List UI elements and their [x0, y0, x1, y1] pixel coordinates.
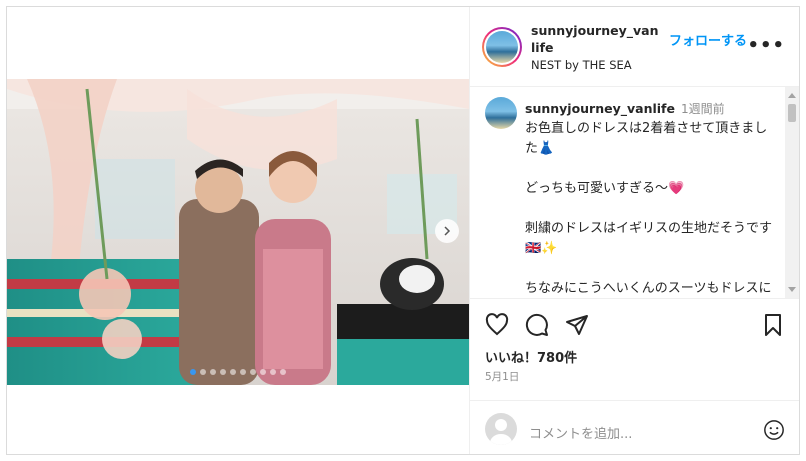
- scroll-down-icon[interactable]: [788, 287, 796, 292]
- comment-input[interactable]: コメントを追加...: [529, 423, 632, 442]
- chevron-right-icon: [444, 226, 451, 236]
- carousel-dot: [270, 369, 276, 375]
- carousel-dot: [250, 369, 256, 375]
- instagram-embed: sunnyjourney_vanlife フォローする NEST by THE …: [6, 6, 800, 455]
- profile-avatar[interactable]: [482, 27, 522, 67]
- next-slide-button[interactable]: [435, 219, 459, 243]
- heart-icon[interactable]: [485, 313, 509, 337]
- caption-line: 刺繍のドレスはイギリスの生地だそうです🇬🇧✨: [525, 221, 773, 256]
- caption-text: お色直しのドレスは2着着させて頂きました👗 どっちも可愛いすぎる〜💗 刺繍のドレ…: [525, 119, 775, 298]
- user-silhouette-icon: [490, 419, 512, 445]
- caption-avatar[interactable]: [485, 97, 517, 129]
- location-link[interactable]: NEST by THE SEA: [531, 58, 632, 72]
- post-date[interactable]: 5月1日: [485, 369, 519, 384]
- post-sidebar: sunnyjourney_vanlife フォローする NEST by THE …: [469, 7, 799, 454]
- carousel-dot: [280, 369, 286, 375]
- carousel-dot: [210, 369, 216, 375]
- carousel-dot: [220, 369, 226, 375]
- carousel-dot: [260, 369, 266, 375]
- carousel-dot: [190, 369, 196, 375]
- follow-button[interactable]: フォローする: [669, 30, 747, 49]
- user-avatar: [485, 413, 517, 445]
- scroll-thumb[interactable]: [788, 104, 796, 122]
- header-username[interactable]: sunnyjourney_vanlife: [531, 22, 661, 56]
- media-column: [7, 7, 470, 454]
- caption-line: ちなみにこうへいくんのスーツもドレスに合わせて: [525, 281, 772, 296]
- caption-line: どっちも可愛いすぎる〜💗: [525, 181, 685, 196]
- caption-line: お色直しのドレスは2着着させて頂きました👗: [525, 121, 768, 156]
- carousel-dot: [230, 369, 236, 375]
- like-count[interactable]: いいね！780件: [485, 347, 577, 366]
- send-icon[interactable]: [565, 313, 589, 337]
- comment-icon[interactable]: [525, 313, 549, 337]
- comment-bar: コメントを追加...: [469, 400, 799, 457]
- caption-scrollbar[interactable]: [785, 87, 799, 298]
- action-bar: [469, 299, 799, 343]
- scroll-up-icon[interactable]: [788, 93, 796, 98]
- post-header: sunnyjourney_vanlife フォローする NEST by THE …: [469, 7, 799, 87]
- post-photo[interactable]: [7, 79, 469, 385]
- caption-time[interactable]: 1週間前: [681, 102, 725, 116]
- carousel-dot: [240, 369, 246, 375]
- caption-header: sunnyjourney_vanlife 1週間前: [525, 100, 725, 117]
- caption-username[interactable]: sunnyjourney_vanlife: [525, 101, 675, 116]
- more-options-icon[interactable]: •••: [747, 35, 785, 56]
- carousel-dot: [200, 369, 206, 375]
- carousel-dots: [7, 369, 469, 375]
- caption-area: sunnyjourney_vanlife 1週間前 お色直しのドレスは2着着させて…: [469, 87, 799, 299]
- post-photo-image: [7, 79, 469, 385]
- bookmark-icon[interactable]: [761, 313, 785, 337]
- emoji-icon[interactable]: [763, 419, 785, 441]
